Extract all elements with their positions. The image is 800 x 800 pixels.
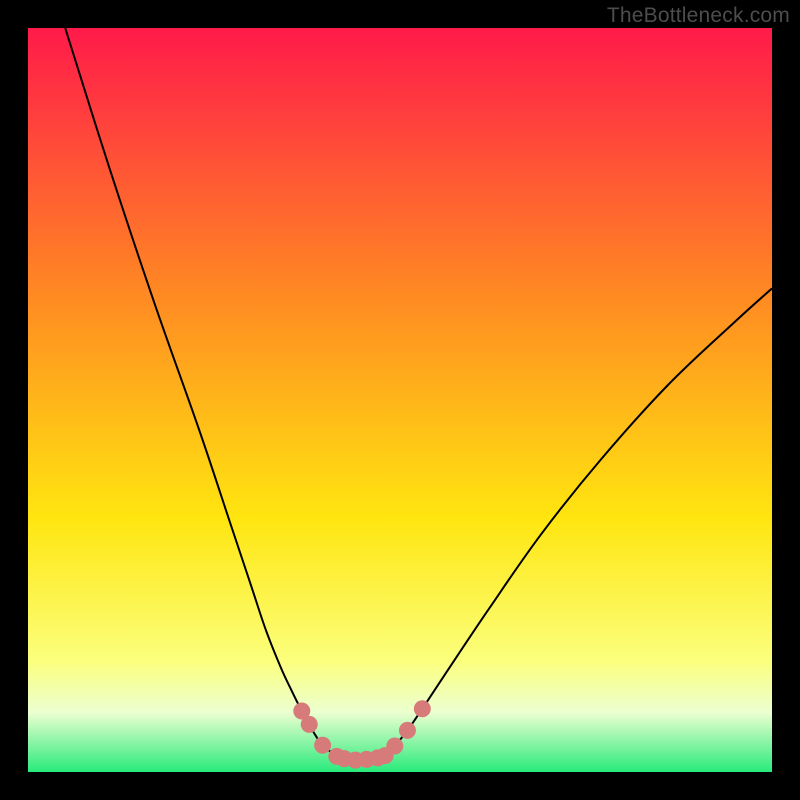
marker-dot bbox=[314, 737, 331, 754]
marker-dot bbox=[386, 737, 403, 754]
marker-dot bbox=[414, 700, 431, 717]
chart-frame: TheBottleneck.com bbox=[0, 0, 800, 800]
plot-area bbox=[28, 28, 772, 772]
gradient-bg bbox=[28, 28, 772, 772]
marker-dot bbox=[301, 716, 318, 733]
plot-svg bbox=[28, 28, 772, 772]
watermark-text: TheBottleneck.com bbox=[607, 4, 790, 28]
marker-dot bbox=[399, 722, 416, 739]
